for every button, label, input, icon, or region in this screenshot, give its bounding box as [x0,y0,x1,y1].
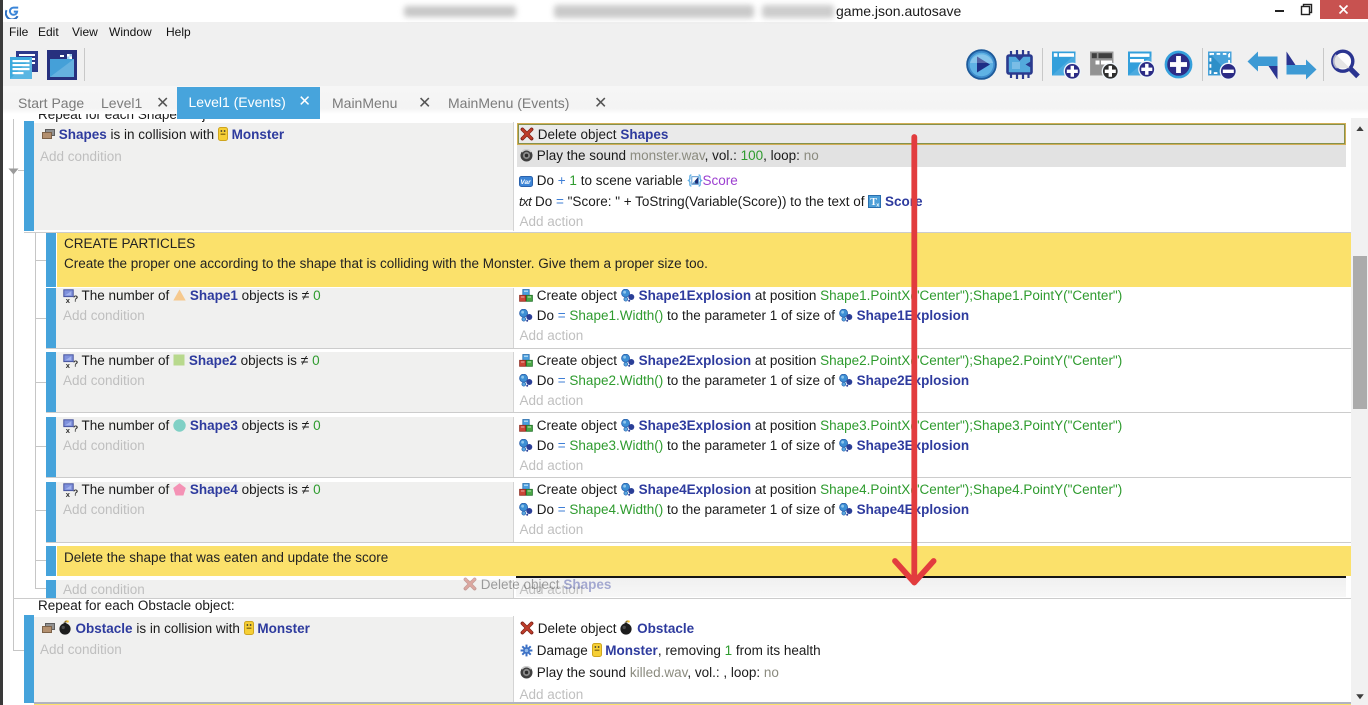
svg-text:?: ? [73,488,78,497]
svg-text:?: ? [73,358,78,367]
svg-text:Var: Var [520,179,531,186]
svg-text:?: ? [73,423,78,432]
svg-text:?: ? [73,294,78,303]
